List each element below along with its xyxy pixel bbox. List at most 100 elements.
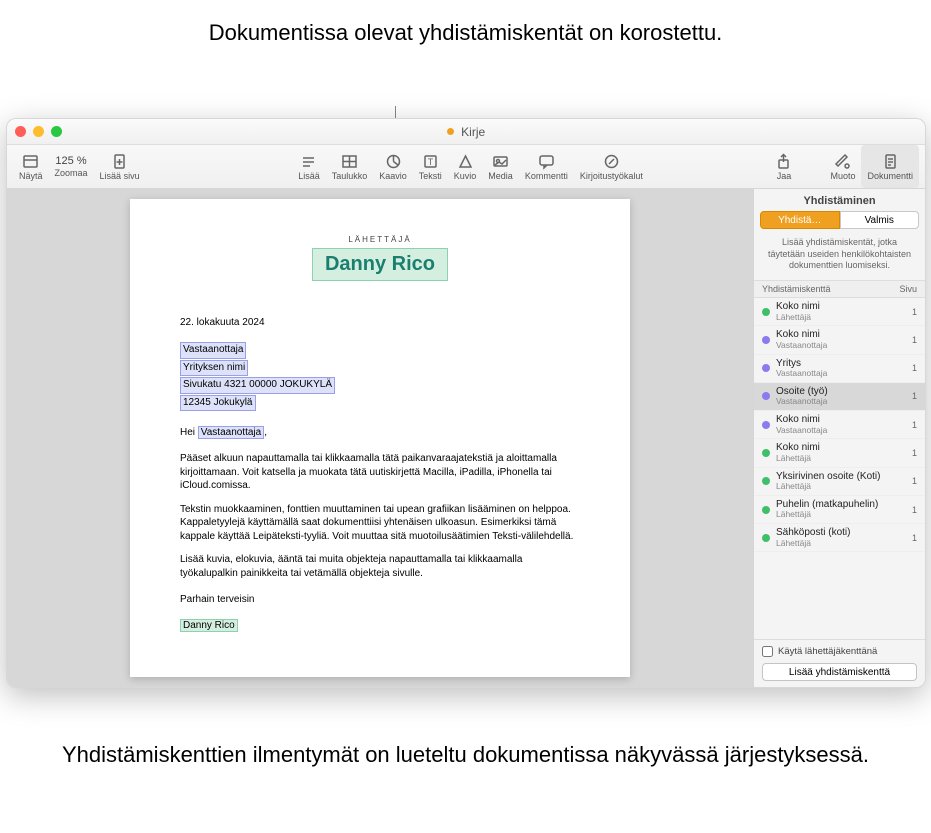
merge-field-row[interactable]: Koko nimiVastaanottaja1 <box>754 411 925 439</box>
field-color-dot <box>762 364 770 372</box>
callout-top: Dokumentissa olevat yhdistämiskentät on … <box>0 18 931 48</box>
field-name: Koko nimi <box>776 414 912 426</box>
recipient-block: Vastaanottaja Yrityksen nimi Sivukatu 43… <box>180 342 580 412</box>
unsaved-indicator-icon <box>447 128 454 135</box>
body-paragraph-1[interactable]: Pääset alkuun napauttamalla tai klikkaam… <box>180 452 580 493</box>
format-label: Muoto <box>830 172 855 181</box>
document-button[interactable]: Dokumentti <box>861 145 919 188</box>
zoom-button[interactable]: 125 % Zoomaa <box>49 145 94 188</box>
field-page: 1 <box>912 420 917 430</box>
field-subtitle: Lähettäjä <box>776 482 912 492</box>
merge-field-row[interactable]: Koko nimiLähettäjä1 <box>754 439 925 467</box>
add-merge-field-button[interactable]: Lisää yhdistämiskenttä <box>762 663 917 681</box>
view-icon <box>22 153 39 170</box>
merge-button[interactable]: Yhdistä… <box>760 211 840 229</box>
text-label: Teksti <box>419 172 442 181</box>
merge-field-row[interactable]: Koko nimiLähettäjä1 <box>754 298 925 326</box>
document-area[interactable]: LÄHETTÄJÄ Danny Rico 22. lokakuuta 2024 … <box>7 189 753 687</box>
greeting-line: Hei Vastaanottaja, <box>180 426 580 440</box>
media-button[interactable]: Media <box>482 145 519 188</box>
field-info: Puhelin (matkapuhelin)Lähettäjä <box>776 499 912 520</box>
app-window: Kirje Näytä 125 % Zoomaa Lisää sivu Lisä… <box>6 118 926 688</box>
postal-field[interactable]: 12345 Jokukylä <box>180 395 256 412</box>
writing-tools-button[interactable]: Kirjoitustyökalut <box>574 145 649 188</box>
field-info: Yksirivinen osoite (Koti)Lähettäjä <box>776 471 912 492</box>
field-subtitle: Lähettäjä <box>776 539 912 549</box>
field-subtitle: Vastaanottaja <box>776 397 912 407</box>
field-info: Koko nimiLähettäjä <box>776 442 912 463</box>
panel-help-text: Lisää yhdistämiskentät, jotka täytetään … <box>754 235 925 281</box>
field-info: Koko nimiLähettäjä <box>776 301 912 322</box>
document-page[interactable]: LÄHETTÄJÄ Danny Rico 22. lokakuuta 2024 … <box>130 199 630 677</box>
comment-button[interactable]: Kommentti <box>519 145 574 188</box>
signature-field[interactable]: Danny Rico <box>180 619 238 632</box>
toolbar: Näytä 125 % Zoomaa Lisää sivu Lisää Taul… <box>7 145 925 189</box>
view-button[interactable]: Näytä <box>13 145 49 188</box>
field-color-dot <box>762 449 770 457</box>
merge-field-row[interactable]: Koko nimiVastaanottaja1 <box>754 326 925 354</box>
media-label: Media <box>488 172 513 181</box>
field-color-dot <box>762 392 770 400</box>
insert-button[interactable]: Lisää <box>292 145 326 188</box>
content-row: LÄHETTÄJÄ Danny Rico 22. lokakuuta 2024 … <box>7 189 925 687</box>
format-button[interactable]: Muoto <box>824 145 861 188</box>
chart-button[interactable]: Kaavio <box>373 145 413 188</box>
field-subtitle: Lähettäjä <box>776 313 912 323</box>
field-page: 1 <box>912 476 917 486</box>
use-as-sender-label: Käytä lähettäjäkenttänä <box>778 646 877 657</box>
recipient-name-field[interactable]: Vastaanottaja <box>180 342 246 359</box>
document-title-text: Kirje <box>461 125 485 139</box>
panel-footer: Käytä lähettäjäkenttänä Lisää yhdistämis… <box>754 639 925 687</box>
col-field-label: Yhdistämiskenttä <box>762 284 831 294</box>
field-page: 1 <box>912 533 917 543</box>
share-button[interactable]: Jaa <box>769 145 798 188</box>
text-icon: T <box>422 153 439 170</box>
body-paragraph-3[interactable]: Lisää kuvia, elokuvia, ääntä tai muita o… <box>180 553 580 580</box>
comment-icon <box>538 153 555 170</box>
company-field[interactable]: Yrityksen nimi <box>180 360 248 377</box>
sender-name-field[interactable]: Danny Rico <box>312 248 448 281</box>
share-icon <box>775 153 792 170</box>
use-as-sender-checkbox[interactable]: Käytä lähettäjäkenttänä <box>762 646 917 657</box>
document-icon <box>882 153 899 170</box>
merge-field-row[interactable]: Puhelin (matkapuhelin)Lähettäjä1 <box>754 496 925 524</box>
table-button[interactable]: Taulukko <box>326 145 374 188</box>
use-as-sender-input[interactable] <box>762 646 773 657</box>
field-page: 1 <box>912 335 917 345</box>
merge-field-row[interactable]: YritysVastaanottaja1 <box>754 355 925 383</box>
text-button[interactable]: T Teksti <box>413 145 448 188</box>
add-page-button[interactable]: Lisää sivu <box>94 145 146 188</box>
body-paragraph-2[interactable]: Tekstin muokkaaminen, fonttien muuttamin… <box>180 503 580 544</box>
field-info: Koko nimiVastaanottaja <box>776 414 912 435</box>
done-button[interactable]: Valmis <box>840 211 920 229</box>
titlebar: Kirje <box>7 119 925 145</box>
callout-bottom: Yhdistämiskenttien ilmentymät on luetelt… <box>0 740 931 770</box>
field-list-header: Yhdistämiskenttä Sivu <box>754 281 925 298</box>
field-color-dot <box>762 477 770 485</box>
field-info: Koko nimiVastaanottaja <box>776 329 912 350</box>
greeting-prefix: Hei <box>180 427 198 438</box>
field-info: YritysVastaanottaja <box>776 358 912 379</box>
comment-label: Kommentti <box>525 172 568 181</box>
greeting-recipient-field[interactable]: Vastaanottaja <box>198 426 264 439</box>
shape-button[interactable]: Kuvio <box>448 145 483 188</box>
zoom-value: 125 % <box>55 155 86 167</box>
writing-tools-label: Kirjoitustyökalut <box>580 172 643 181</box>
merge-field-row[interactable]: Osoite (työ)Vastaanottaja1 <box>754 383 925 411</box>
field-name: Sähköposti (koti) <box>776 527 912 539</box>
panel-title: Yhdistäminen <box>754 189 925 211</box>
field-subtitle: Vastaanottaja <box>776 369 912 379</box>
field-page: 1 <box>912 307 917 317</box>
col-page-label: Sivu <box>899 284 917 294</box>
field-page: 1 <box>912 505 917 515</box>
field-name: Koko nimi <box>776 301 912 313</box>
field-page: 1 <box>912 448 917 458</box>
add-page-icon <box>111 153 128 170</box>
format-icon <box>834 153 851 170</box>
merge-field-row[interactable]: Yksirivinen osoite (Koti)Lähettäjä1 <box>754 468 925 496</box>
merge-field-row[interactable]: Sähköposti (koti)Lähettäjä1 <box>754 524 925 552</box>
street-field[interactable]: Sivukatu 4321 00000 JOKUKYLÄ <box>180 377 335 394</box>
shape-icon <box>457 153 474 170</box>
panel-segment: Yhdistä… Valmis <box>754 211 925 235</box>
merge-field-list[interactable]: Koko nimiLähettäjä1Koko nimiVastaanottaj… <box>754 298 925 639</box>
